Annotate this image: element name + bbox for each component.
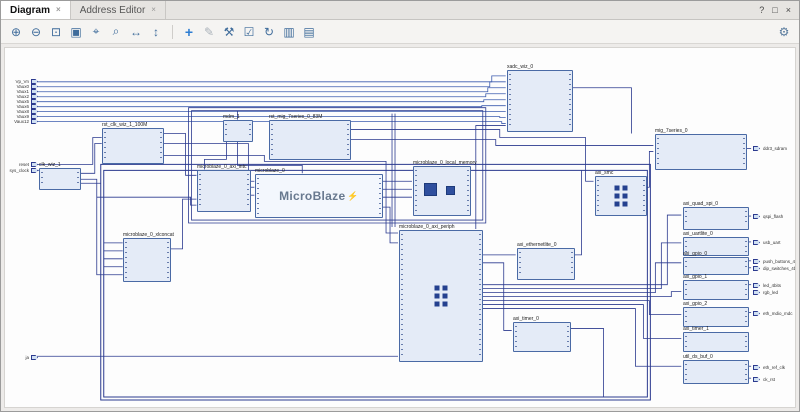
block-label: rst_mig_7series_0_83M: [269, 114, 322, 120]
close-window-icon[interactable]: ×: [786, 5, 791, 15]
block-label: axi_ethernetlite_0: [517, 242, 556, 248]
block-label: util_ds_buf_0: [683, 354, 713, 360]
block-label: mdm_1: [223, 114, 240, 120]
zoom-to-selection-icon[interactable]: ▣: [67, 23, 85, 41]
make-external-icon[interactable]: ▥: [280, 23, 298, 41]
zoom-out-icon[interactable]: ⊖: [27, 23, 45, 41]
block-label: axi_gpio_2: [683, 301, 707, 307]
block-axi_gpio_0[interactable]: axi_gpio_0: [683, 257, 749, 275]
port-label: ddr3_sdram: [763, 146, 787, 151]
block-axi_timer_0[interactable]: axi_timer_0: [513, 322, 571, 352]
diagram-toolbar: ⊕⊖⊡▣⌖⌕↔↕ +✎⚒☑↻▥▤ ⚙: [1, 20, 799, 44]
port-label: reset: [4, 162, 29, 167]
block-label: microblaze_0_axi_intc: [197, 164, 246, 170]
lightning-icon: ⚡: [347, 191, 359, 202]
tab-address-editor[interactable]: Address Editor ×: [71, 1, 166, 19]
port-label: qspi_flash: [763, 214, 783, 219]
block-microblaze_0_axi_periph[interactable]: microblaze_0_axi_periph: [399, 230, 483, 362]
float-window-icon[interactable]: □: [772, 5, 777, 15]
tab-address-editor-label: Address Editor: [80, 5, 146, 16]
port-label: push_buttons_4bits: [763, 259, 796, 264]
group-icon[interactable]: ▤: [300, 23, 318, 41]
diagram-canvas[interactable]: clk_wiz_1 rst_clk_wiz_1_100M mdm_1 rst_mig_…: [4, 47, 796, 408]
close-icon[interactable]: ×: [151, 6, 156, 14]
window-controls: ? □ ×: [751, 1, 799, 19]
block-label: axi_quad_spi_0: [683, 201, 718, 207]
block-mig_7series_0[interactable]: mig_7series_0: [655, 134, 747, 170]
port-label: led_4bits: [763, 283, 781, 288]
block-xadc_wiz_0[interactable]: xadc_wiz_0: [507, 70, 573, 132]
block-rst_clk_wiz_1_100M[interactable]: rst_clk_wiz_1_100M: [102, 128, 164, 164]
block-label: microblaze_0_xlconcat: [123, 232, 174, 238]
settings-gear-icon[interactable]: ⚙: [775, 23, 793, 41]
block-axi_gpio_2[interactable]: axi_gpio_2: [683, 307, 749, 327]
toolbar-buttons: ⊕⊖⊡▣⌖⌕↔↕ +✎⚒☑↻▥▤: [7, 23, 318, 41]
fit-width-icon[interactable]: ↔: [127, 23, 145, 41]
port-label: eth_ref_clk: [763, 365, 785, 370]
block-rst_mig_7series_0_83M[interactable]: rst_mig_7series_0_83M: [269, 120, 351, 160]
block-util_ds_buf_0[interactable]: util_ds_buf_0: [683, 360, 749, 384]
crossbar-icon: [435, 286, 448, 307]
memory-block-icon: [424, 183, 437, 196]
validate-design-icon[interactable]: ☑: [240, 23, 258, 41]
port-label: Vaux12: [4, 119, 29, 124]
block-label: axi_gpio_0: [683, 251, 707, 257]
memory-block-icon: [446, 186, 455, 195]
port-label: ck_rst: [763, 377, 775, 382]
block-label: clk_wiz_1: [39, 162, 61, 168]
crosshair-icon[interactable]: ⌖: [87, 23, 105, 41]
block-label: axi_smc: [595, 170, 613, 176]
block-label: mig_7series_0: [655, 128, 688, 134]
regenerate-layout-icon[interactable]: ↻: [260, 23, 278, 41]
add-ip-icon[interactable]: +: [180, 23, 198, 41]
port-label: sys_clock: [4, 168, 29, 173]
zoom-fit-icon[interactable]: ⊡: [47, 23, 65, 41]
close-icon[interactable]: ×: [56, 6, 61, 14]
block-microblaze_0[interactable]: microblaze_0MicroBlaze⚡: [255, 174, 383, 218]
block-label: rst_clk_wiz_1_100M: [102, 122, 147, 128]
tab-diagram-label: Diagram: [10, 5, 50, 16]
tab-bar: Diagram × Address Editor × ? □ ×: [1, 1, 799, 20]
block-microblaze_0_axi_intc[interactable]: microblaze_0_axi_intc: [197, 170, 251, 212]
block-label: microblaze_0_axi_periph: [399, 224, 455, 230]
port-label: dip_switches_4bits: [763, 266, 796, 271]
autofit-height-icon[interactable]: ↕: [147, 23, 165, 41]
search-icon[interactable]: ⌕: [107, 23, 125, 41]
port-label: eth_mdio_mdc: [763, 311, 793, 316]
block-axi_gpio_1[interactable]: axi_gpio_1: [683, 280, 749, 300]
block-label: microblaze_0_local_memory: [413, 160, 477, 166]
tab-diagram[interactable]: Diagram ×: [1, 1, 71, 19]
block-mdm_1[interactable]: mdm_1: [223, 120, 253, 142]
block-label: microblaze_0: [255, 168, 285, 174]
block-label: axi_timer_1: [683, 326, 709, 332]
help-icon[interactable]: ?: [759, 5, 764, 15]
block-microblaze_0_xlconcat[interactable]: microblaze_0_xlconcat: [123, 238, 171, 282]
vivado-diagram-window: Diagram × Address Editor × ? □ × ⊕⊖⊡▣⌖⌕↔…: [0, 0, 800, 412]
block-axi_timer_1[interactable]: axi_timer_1: [683, 332, 749, 352]
customize-block-icon[interactable]: ⚒: [220, 23, 238, 41]
block-label: axi_gpio_1: [683, 274, 707, 280]
port-label: ja: [4, 355, 29, 360]
port-label: rgb_led: [763, 290, 778, 295]
block-axi_smc[interactable]: axi_smc: [595, 176, 647, 216]
port-label: usb_uart: [763, 240, 781, 245]
block-microblaze_0_local_memory[interactable]: microblaze_0_local_memory: [413, 166, 471, 216]
block-label: axi_timer_0: [513, 316, 539, 322]
toolbar-separator: [172, 25, 173, 39]
block-label: axi_uartlite_0: [683, 231, 713, 237]
block-axi_quad_spi_0[interactable]: axi_quad_spi_0: [683, 207, 749, 230]
crossbar-icon: [615, 186, 628, 207]
microblaze-logo: MicroBlaze⚡: [256, 175, 382, 217]
block-label: xadc_wiz_0: [507, 64, 533, 70]
block-axi_ethernetlite_0[interactable]: axi_ethernetlite_0: [517, 248, 575, 280]
zoom-in-icon[interactable]: ⊕: [7, 23, 25, 41]
block-clk_wiz_1[interactable]: clk_wiz_1: [39, 168, 81, 190]
edit-icon[interactable]: ✎: [200, 23, 218, 41]
